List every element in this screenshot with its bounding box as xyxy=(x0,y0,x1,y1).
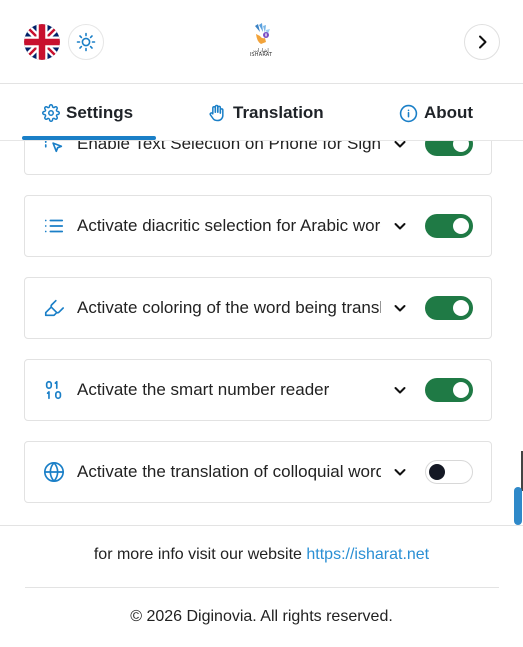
footer-info-text: for more info visit our website xyxy=(93,546,307,563)
footer: for more info visit our website https://… xyxy=(0,525,523,647)
uk-flag-icon xyxy=(24,24,60,60)
tab-settings[interactable]: Settings xyxy=(42,85,133,141)
website-link[interactable]: https://isharat.net xyxy=(306,546,429,563)
active-tab-indicator xyxy=(22,136,156,140)
chevron-down-icon[interactable] xyxy=(391,299,409,317)
chevron-down-icon[interactable] xyxy=(391,381,409,399)
chevron-down-icon[interactable] xyxy=(391,141,409,153)
setting-label: Activate coloring of the word being tran… xyxy=(77,298,381,317)
setting-colloquial-translation: Activate the translation of colloquial w… xyxy=(24,441,492,503)
chevron-down-icon[interactable] xyxy=(391,217,409,235)
copyright-text: © 2026 Diginovia. All rights reserved. xyxy=(130,608,393,625)
setting-label: Activate the smart number reader xyxy=(77,380,330,399)
settings-list[interactable]: Enable Text Selection on Phone for Sign … xyxy=(0,141,515,525)
setting-toggle[interactable] xyxy=(425,296,473,320)
footer-info: for more info visit our website https://… xyxy=(0,546,523,564)
setting-text-selection: Enable Text Selection on Phone for Sign xyxy=(24,141,492,175)
tab-about[interactable]: About xyxy=(399,85,473,141)
logo-hand-icon xyxy=(255,23,270,44)
globe-icon xyxy=(43,461,65,483)
hand-icon xyxy=(209,104,224,122)
setting-label: Activate the translation of colloquial w… xyxy=(77,462,381,481)
tab-about-label: About xyxy=(424,103,474,122)
tab-bar: Settings Translation About xyxy=(0,85,523,141)
setting-diacritic-selection: Activate diacritic selection for Arabic … xyxy=(24,195,492,257)
highlighter-icon xyxy=(43,297,65,319)
list-icon xyxy=(43,215,65,237)
setting-toggle[interactable] xyxy=(425,460,473,484)
setting-label: Enable Text Selection on Phone for Sign xyxy=(77,141,381,153)
tab-translation-label: Translation xyxy=(233,103,324,122)
setting-toggle[interactable] xyxy=(425,141,473,156)
next-button[interactable] xyxy=(464,24,500,60)
app-logo: إشارات ISHARAT xyxy=(238,20,284,64)
setting-toggle[interactable] xyxy=(425,214,473,238)
setting-label: Activate diacritic selection for Arabic … xyxy=(77,216,381,235)
gear-icon xyxy=(42,104,60,122)
logo-english-text: ISHARAT xyxy=(249,52,273,58)
chevron-down-icon[interactable] xyxy=(391,463,409,481)
tab-translation[interactable]: Translation xyxy=(207,85,324,141)
chevron-right-icon xyxy=(479,35,487,49)
binary-icon xyxy=(43,379,65,401)
pointer-selection-icon xyxy=(43,141,65,155)
top-bar: إشارات ISHARAT xyxy=(0,0,523,84)
setting-word-coloring: Activate coloring of the word being tran… xyxy=(24,277,492,339)
theme-toggle-button[interactable] xyxy=(68,24,104,60)
footer-divider xyxy=(25,587,499,588)
scrollbar-thumb[interactable] xyxy=(514,487,522,525)
language-button[interactable] xyxy=(24,24,60,60)
tab-settings-label: Settings xyxy=(66,103,134,122)
setting-number-reader: Activate the smart number reader xyxy=(24,359,492,421)
info-icon xyxy=(399,104,418,122)
setting-toggle[interactable] xyxy=(425,378,473,402)
sun-icon xyxy=(76,32,96,52)
